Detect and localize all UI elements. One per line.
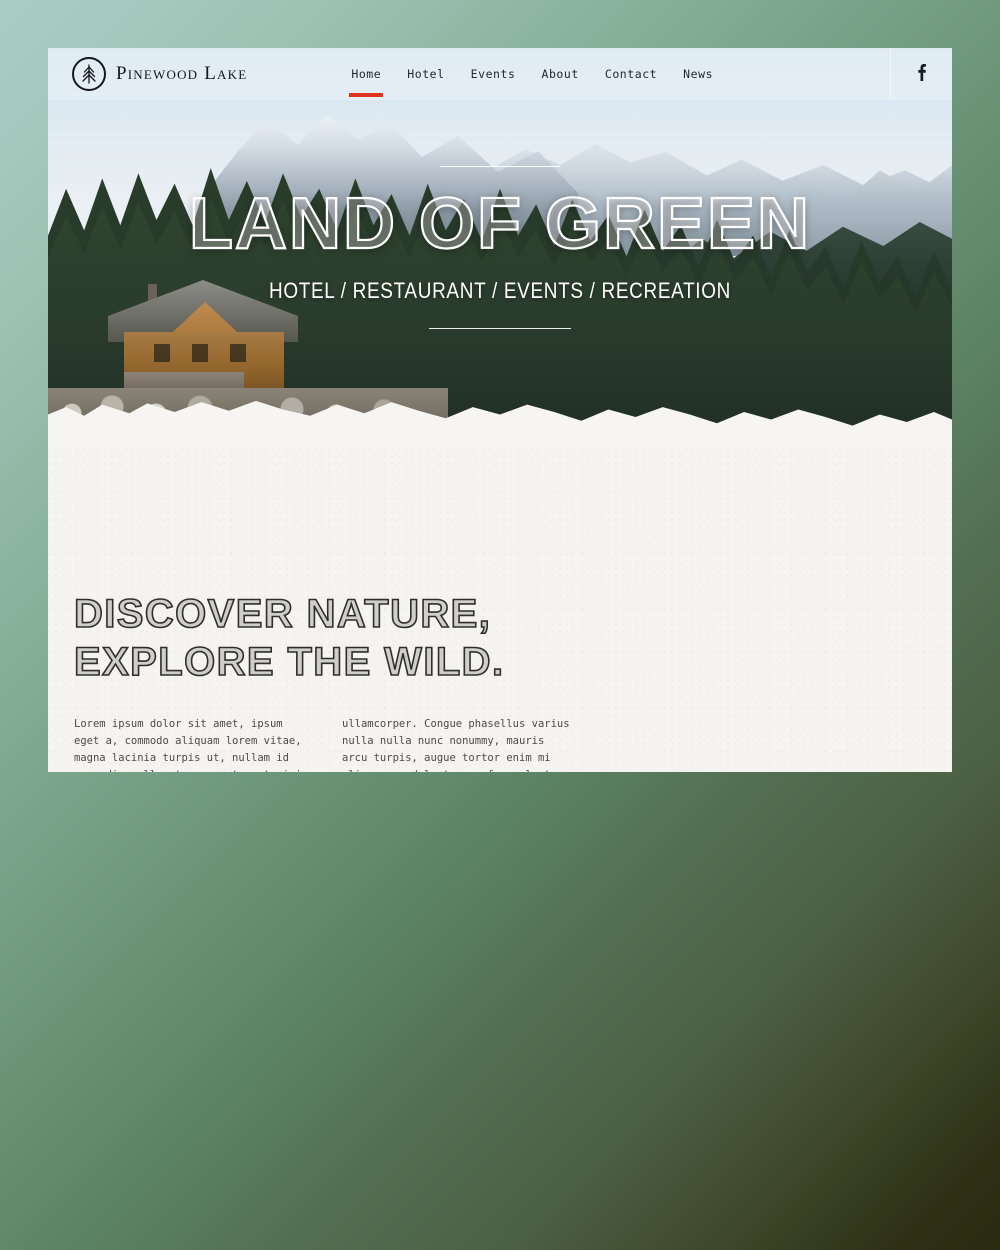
nav-item-events[interactable]: Events <box>471 63 516 85</box>
intro-text-columns: Lorem ipsum dolor sit amet, ipsum eget a… <box>74 716 926 772</box>
hero-title: LAND OF GREEN <box>188 184 811 264</box>
section-heading-line2: EXPLORE THE WILD. <box>73 639 505 685</box>
intro-column-left: Lorem ipsum dolor sit amet, ipsum eget a… <box>74 718 302 772</box>
intro-section: DISCOVER NATURE, EXPLORE THE WILD. Lorem… <box>48 448 952 772</box>
site-header: Pinewood Lake Home Hotel Events About Co… <box>48 48 952 100</box>
main-navigation: Home Hotel Events About Contact News <box>349 63 713 97</box>
brand-name: Pinewood Lake <box>116 63 248 84</box>
nav-item-home[interactable]: Home <box>349 63 384 97</box>
nav-item-hotel[interactable]: Hotel <box>407 63 444 85</box>
intro-column-right: ullamcorper. Congue phasellus varius nul… <box>342 718 570 772</box>
cabin-window <box>192 344 208 362</box>
social-links <box>890 48 952 100</box>
nav-item-news[interactable]: News <box>683 63 713 85</box>
cabin-window <box>154 344 170 362</box>
hero-copy: LAND OF GREEN HOTEL / RESTAURANT / EVENT… <box>48 166 952 329</box>
nav-item-contact[interactable]: Contact <box>605 63 657 85</box>
nav-item-about[interactable]: About <box>541 63 578 85</box>
hero-section: Pinewood Lake Home Hotel Events About Co… <box>48 48 952 448</box>
hero-rule-bottom <box>429 327 571 329</box>
website-page: Pinewood Lake Home Hotel Events About Co… <box>48 48 952 772</box>
section-heading: DISCOVER NATURE, EXPLORE THE WILD. <box>73 590 926 686</box>
section-heading-line1: DISCOVER NATURE, <box>73 591 492 637</box>
pine-tree-in-circle-icon <box>72 57 106 91</box>
facebook-icon[interactable] <box>917 63 926 86</box>
brand-logo[interactable]: Pinewood Lake <box>48 57 247 91</box>
cabin-window <box>230 344 246 362</box>
hero-rule-top <box>440 166 560 167</box>
hero-subtitle: HOTEL / RESTAURANT / EVENTS / RECREATION <box>268 277 732 303</box>
